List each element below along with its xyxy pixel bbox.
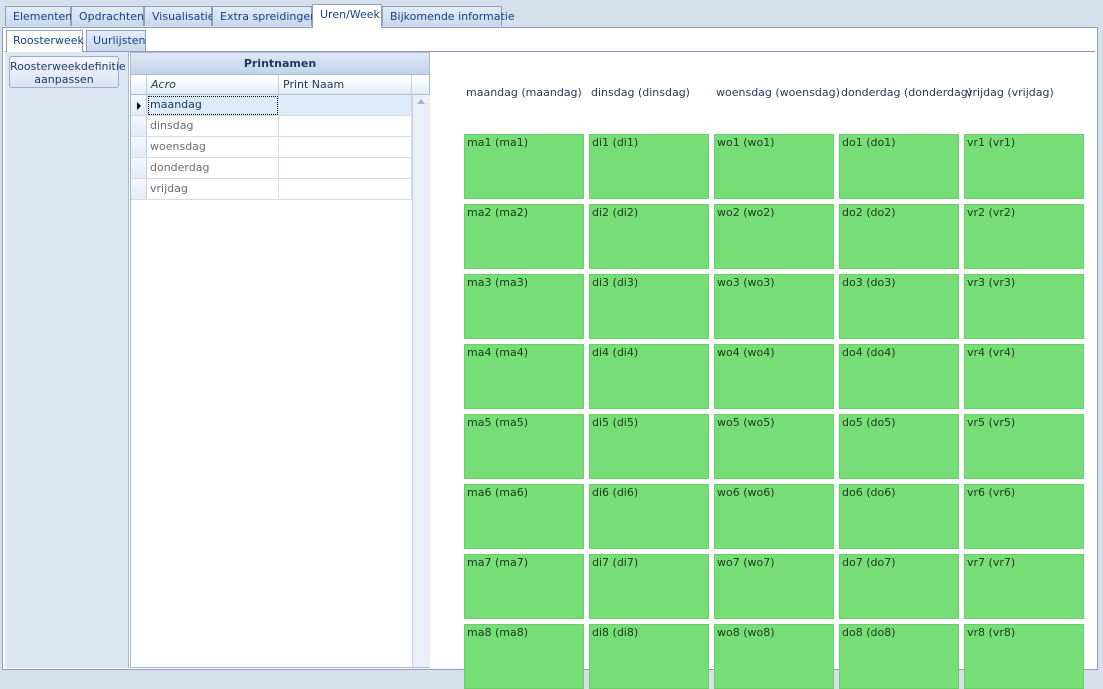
day-header-dinsdag: dinsdag (dinsdag): [591, 86, 690, 99]
slot-vr5[interactable]: vr5 (vr5): [964, 414, 1084, 479]
slot-wo3[interactable]: wo3 (wo3): [714, 274, 834, 339]
slot-wo2[interactable]: wo2 (wo2): [714, 204, 834, 269]
cell-print-naam[interactable]: [279, 158, 412, 179]
tab-uren-week[interactable]: Uren/Week: [312, 4, 382, 28]
tab-extra-spreidingen[interactable]: Extra spreidingen: [212, 6, 317, 26]
cell-print-naam[interactable]: [279, 95, 412, 116]
slot-wo6[interactable]: wo6 (wo6): [714, 484, 834, 549]
slot-vr8[interactable]: vr8 (vr8): [964, 624, 1084, 689]
uren-week-panel: Roosterweek Uurlijsten Roosterweekdefini…: [2, 27, 1098, 689]
cell-print-naam[interactable]: [279, 137, 412, 158]
slot-ma3[interactable]: ma3 (ma3): [464, 274, 584, 339]
slot-vr3[interactable]: vr3 (vr3): [964, 274, 1084, 339]
left-action-pane: Roosterweekdefinitie aanpassen: [5, 52, 129, 668]
slot-di6[interactable]: di6 (di6): [589, 484, 709, 549]
cell-acro[interactable]: dinsdag: [147, 116, 279, 137]
slot-vr1[interactable]: vr1 (vr1): [964, 134, 1084, 199]
slot-di7[interactable]: di7 (di7): [589, 554, 709, 619]
subtab-uurlijsten[interactable]: Uurlijsten: [86, 30, 146, 51]
day-header-maandag: maandag (maandag): [466, 86, 582, 99]
cell-acro[interactable]: woensdag: [147, 137, 279, 158]
slot-di1[interactable]: di1 (di1): [589, 134, 709, 199]
slot-do1[interactable]: do1 (do1): [839, 134, 959, 199]
row-indicator: [131, 116, 147, 137]
row-indicator: [131, 158, 147, 179]
slot-do2[interactable]: do2 (do2): [839, 204, 959, 269]
slot-wo1[interactable]: wo1 (wo1): [714, 134, 834, 199]
slot-ma6[interactable]: ma6 (ma6): [464, 484, 584, 549]
slot-do3[interactable]: do3 (do3): [839, 274, 959, 339]
row-indicator: [131, 137, 147, 158]
slot-di8[interactable]: di8 (di8): [589, 624, 709, 689]
slot-wo7[interactable]: wo7 (wo7): [714, 554, 834, 619]
roosterweekdefinitie-aanpassen-button[interactable]: Roosterweekdefinitie aanpassen: [9, 56, 126, 88]
slot-ma7[interactable]: ma7 (ma7): [464, 554, 584, 619]
slot-vr7[interactable]: vr7 (vr7): [964, 554, 1084, 619]
slot-ma4[interactable]: ma4 (ma4): [464, 344, 584, 409]
slot-ma5[interactable]: ma5 (ma5): [464, 414, 584, 479]
scroll-up-arrow-icon[interactable]: [417, 99, 425, 104]
roosterweek-content: Roosterweekdefinitie aanpassen Printname…: [5, 51, 1095, 689]
slot-di4[interactable]: di4 (di4): [589, 344, 709, 409]
cell-acro[interactable]: donderdag: [147, 158, 279, 179]
subtab-roosterweek[interactable]: Roosterweek: [6, 30, 84, 52]
cell-print-naam[interactable]: [279, 179, 412, 200]
slot-do8[interactable]: do8 (do8): [839, 624, 959, 689]
slot-di2[interactable]: di2 (di2): [589, 204, 709, 269]
slot-vr6[interactable]: vr6 (vr6): [964, 484, 1084, 549]
cell-acro[interactable]: vrijdag: [147, 179, 279, 200]
current-row-arrow-icon: [137, 102, 141, 110]
tab-visualisatie[interactable]: Visualisatie: [144, 6, 215, 26]
slot-di3[interactable]: di3 (di3): [589, 274, 709, 339]
slot-do7[interactable]: do7 (do7): [839, 554, 959, 619]
slot-vr4[interactable]: vr4 (vr4): [964, 344, 1084, 409]
grid-caption: Printnamen: [131, 53, 429, 75]
slot-ma8[interactable]: ma8 (ma8): [464, 624, 584, 689]
slot-wo4[interactable]: wo4 (wo4): [714, 344, 834, 409]
header-corner: [412, 75, 429, 95]
slot-do6[interactable]: do6 (do6): [839, 484, 959, 549]
cell-acro[interactable]: maandag: [147, 95, 279, 116]
grid-vertical-scrollbar[interactable]: [412, 95, 430, 667]
slot-wo8[interactable]: wo8 (wo8): [714, 624, 834, 689]
cell-print-naam[interactable]: [279, 116, 412, 137]
row-indicator: [131, 95, 147, 116]
slot-di5[interactable]: di5 (di5): [589, 414, 709, 479]
main-tabstrip: Elementen Opdrachten Visualisatie Extra …: [0, 0, 1103, 28]
column-header-acro[interactable]: Acro: [147, 75, 279, 95]
slot-wo5[interactable]: wo5 (wo5): [714, 414, 834, 479]
slot-ma2[interactable]: ma2 (ma2): [464, 204, 584, 269]
tab-elementen[interactable]: Elementen: [5, 6, 72, 26]
tab-opdrachten[interactable]: Opdrachten: [71, 6, 144, 26]
tab-bijkomende-informatie[interactable]: Bijkomende informatie: [382, 6, 515, 26]
slot-do4[interactable]: do4 (do4): [839, 344, 959, 409]
slot-do5[interactable]: do5 (do5): [839, 414, 959, 479]
printnamen-grid: Printnamen Acro Print Naam maandag dinsd…: [130, 52, 430, 668]
row-indicator: [131, 179, 147, 200]
column-header-print-naam[interactable]: Print Naam: [279, 75, 412, 95]
day-header-woensdag: woensdag (woensdag): [716, 86, 840, 99]
day-header-vrijdag: vrijdag (vrijdag): [966, 86, 1054, 99]
slot-vr2[interactable]: vr2 (vr2): [964, 204, 1084, 269]
day-header-donderdag: donderdag (donderdag): [841, 86, 973, 99]
slot-ma1[interactable]: ma1 (ma1): [464, 134, 584, 199]
row-indicator-header: [131, 75, 147, 95]
